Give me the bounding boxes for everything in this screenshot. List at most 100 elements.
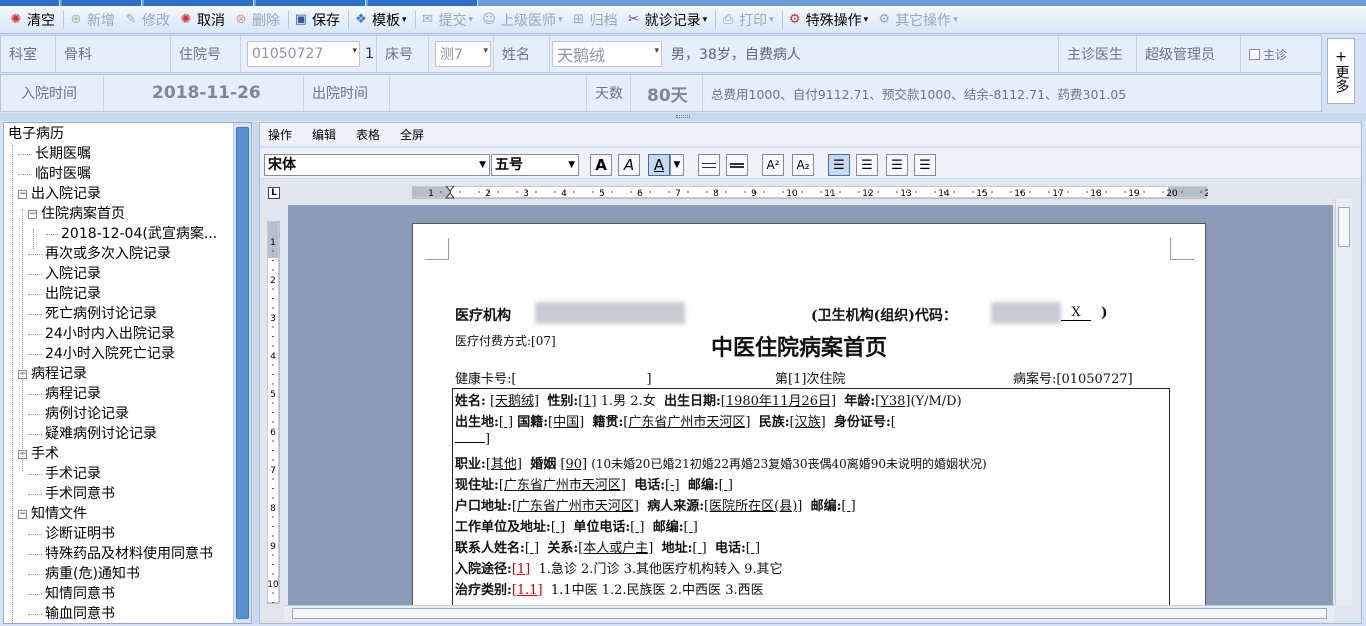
double-line-button[interactable] — [726, 154, 748, 176]
scrollbar-thumb[interactable] — [292, 608, 1327, 619]
print-menu[interactable]: ⎙ 打印 ▾ — [718, 9, 780, 31]
scrollbar-thumb[interactable] — [1338, 207, 1350, 247]
edit-button[interactable]: ✎ 修改 — [121, 9, 176, 31]
document-page[interactable]: 医疗机构 (卫生机构(组织)代码： X ) 医疗付费方式:[07] 中医住院病案… — [412, 223, 1206, 605]
special-ops-menu[interactable]: ⚙ 特殊操作 ▾ — [785, 9, 875, 31]
tree-item[interactable]: 病例讨论记录 — [28, 404, 129, 424]
subscript-button[interactable]: A₂ — [792, 154, 814, 176]
ruler-tick — [272, 298, 274, 299]
name-field[interactable]: 天鹅绒 ▾ — [552, 41, 662, 67]
superscript-button[interactable]: A² — [762, 154, 784, 176]
form-row-4: 现住址:[广东省广州市天河区] 电话:[-] 邮编:[ ] — [455, 478, 733, 493]
menu-fullscreen[interactable]: 全屏 — [400, 126, 424, 143]
align-center-button[interactable]: ☰ — [856, 154, 878, 176]
font-size-select[interactable]: 五号 ▼ — [491, 154, 579, 176]
delete-button[interactable]: ⊗ 删除 — [231, 9, 286, 31]
underline-button[interactable]: A — [648, 154, 670, 176]
cancel-button[interactable]: ✺ 取消 — [176, 9, 231, 31]
printer-icon: ⎙ — [722, 11, 734, 27]
strikethrough-button[interactable] — [698, 154, 720, 176]
superior-doctor-menu[interactable]: ☺ 上级医师 ▾ — [479, 9, 569, 31]
add-button[interactable]: ⊕ 新增 — [66, 9, 121, 31]
tree-item[interactable]: − 手术 — [18, 444, 59, 464]
tree-item[interactable]: 入院记录 — [28, 264, 101, 284]
italic-button[interactable]: A — [618, 154, 640, 176]
tree-item-label: 入院记录 — [45, 266, 101, 282]
menu-operation[interactable]: 操作 — [268, 126, 292, 143]
admission-no-field[interactable]: 01050727 ▾ — [247, 41, 360, 67]
tree-item[interactable]: − 住院病案首页 — [28, 204, 125, 224]
menu-table[interactable]: 表格 — [356, 126, 380, 143]
tree-item[interactable]: 24小时内入出院记录 — [28, 324, 175, 344]
payment-method: 医疗付费方式:[07] — [455, 334, 556, 348]
underline-dropdown[interactable]: ▼ — [670, 154, 684, 176]
editor-vertical-scrollbar[interactable] — [1335, 199, 1352, 605]
vertical-ruler[interactable]: 1 2 3 4 5 6 7 8 9 10 — [267, 221, 281, 605]
font-family-select[interactable]: 宋体 ▼ — [264, 154, 490, 176]
tree-item[interactable]: 诊断证明书 — [28, 524, 115, 544]
bold-button[interactable]: A — [590, 154, 612, 176]
ruler-tick — [1143, 191, 1145, 193]
health-card: 健康卡号:[] — [455, 372, 652, 387]
tree-item[interactable]: 死亡病例讨论记录 — [28, 304, 157, 324]
ruler-tick — [272, 450, 274, 451]
tree-item[interactable]: 长期医嘱 — [18, 144, 91, 164]
ruler-tick — [488, 191, 489, 193]
justify-button[interactable]: ☰ — [914, 154, 936, 176]
ruler-tick — [272, 345, 274, 347]
tree-item[interactable]: 知情同意书 — [28, 584, 115, 604]
tree-item[interactable]: 出院记录 — [28, 284, 101, 304]
tree-item[interactable]: 输血同意书 — [28, 604, 115, 623]
tree-item[interactable]: − 知情文件 — [18, 504, 87, 524]
tree-item[interactable]: 24小时入院死亡记录 — [28, 344, 175, 364]
tree-scrollbar[interactable] — [233, 123, 251, 623]
tab-stop-icon[interactable]: L — [268, 187, 280, 199]
collapse-icon[interactable]: − — [18, 189, 27, 199]
tree-item[interactable]: 手术记录 — [28, 464, 101, 484]
tree-item[interactable]: 特殊药品及材料使用同意书 — [28, 544, 213, 564]
more-button[interactable]: + 更多 — [1327, 38, 1355, 104]
patient-info-row: 入院时间 2018-11-26 出院时间 天数 80天 总费用1000、自付91… — [0, 74, 1322, 112]
tree-item[interactable]: − 出入院记录 — [18, 184, 101, 204]
horizontal-ruler[interactable]: 123456789101112131415161718192021 — [412, 186, 1208, 200]
tree-item[interactable]: 疑难病例讨论记录 — [28, 424, 157, 444]
ruler-tick — [678, 191, 679, 193]
collapse-icon[interactable]: − — [28, 209, 37, 219]
collapse-icon[interactable]: − — [18, 509, 27, 519]
ruler-tick — [272, 364, 274, 366]
ruler-tick-label: 10 — [267, 580, 279, 590]
main-toolbar: ✺ 清空 ⊕ 新增 ✎ 修改 ✺ 取消 ⊗ 删除 ▣ 保存 ❖ 模板 ▾ ✉ 提交 ▾ ☺ 上级医师 ▾… — [0, 6, 1366, 34]
template-menu[interactable]: ❖ 模板 ▾ — [351, 9, 413, 31]
align-left-button[interactable]: ☰ — [828, 154, 850, 176]
align-right-button[interactable]: ☰ — [886, 154, 908, 176]
tree-item[interactable]: − 病程记录 — [18, 364, 87, 384]
submit-menu[interactable]: ✉ 提交 ▾ — [418, 9, 480, 31]
other-ops-menu[interactable]: ⚙ 其它操作 ▾ — [874, 9, 964, 31]
tree-item-label: 知情同意书 — [45, 586, 115, 602]
tree-item[interactable]: 手术同意书 — [28, 484, 115, 504]
save-button[interactable]: ▣ 保存 — [291, 9, 346, 31]
editor-horizontal-scrollbar[interactable] — [284, 605, 1335, 621]
ruler-tick-label: 9 — [270, 542, 276, 552]
tree-item[interactable]: 电子病历 — [8, 124, 64, 144]
clear-button[interactable]: ✺ 清空 — [6, 9, 61, 31]
chevron-down-icon: ▾ — [654, 46, 659, 56]
archive-button[interactable]: ⊞ 归档 — [569, 9, 624, 31]
ruler-tick — [953, 191, 955, 193]
attending-value: 超级管理员 — [1137, 36, 1241, 72]
attending-checkbox[interactable]: 主诊 — [1241, 36, 1321, 72]
menu-edit[interactable]: 编辑 — [312, 126, 336, 143]
tree-item[interactable]: 临时医嘱 — [18, 164, 91, 184]
form-row-6: 工作单位及地址:[ ] 单位电话:[ ] 邮编:[ ] — [455, 520, 698, 535]
tree-item[interactable]: 再次或多次入院记录 — [28, 244, 171, 264]
tree-item[interactable]: 2018-12-04(武宣病案... — [46, 224, 217, 244]
ruler-tick — [1124, 191, 1126, 193]
tree-item[interactable]: 病程记录 — [28, 384, 101, 404]
ruler-tick — [915, 191, 917, 193]
ruler-tick — [272, 478, 274, 480]
tree-item[interactable]: 病重(危)通知书 — [28, 564, 140, 584]
scrollbar-thumb[interactable] — [236, 127, 249, 619]
bed-field[interactable]: 测7 ▾ — [435, 41, 491, 67]
horizontal-splitter[interactable] — [0, 113, 1366, 121]
visit-record-menu[interactable]: ✂ 就诊记录 ▾ — [624, 9, 714, 31]
